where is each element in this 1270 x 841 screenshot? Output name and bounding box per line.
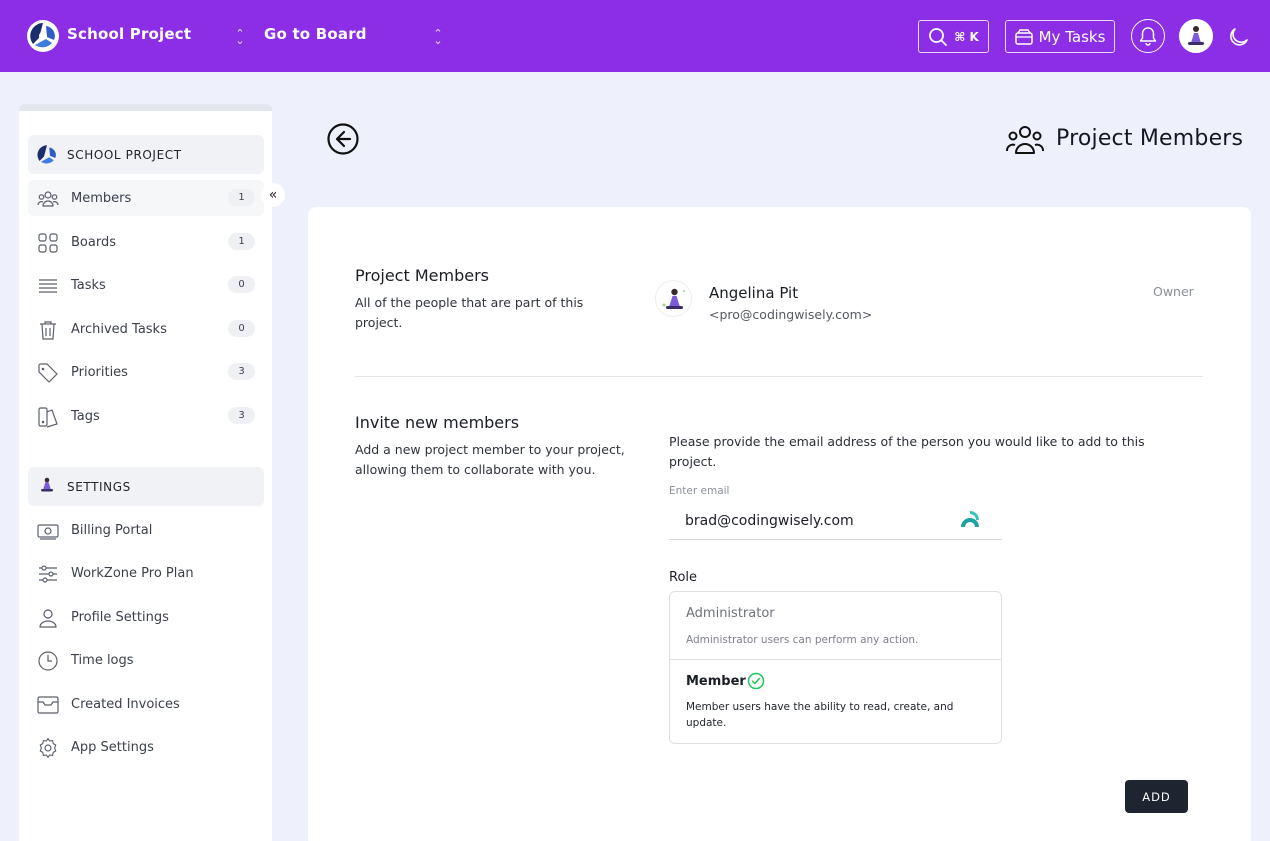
sidebar-item-members[interactable]: Members 1 xyxy=(28,180,264,216)
member-role: Owner xyxy=(1153,284,1194,299)
sidebar-item-tasks[interactable]: Tasks 0 xyxy=(28,267,264,303)
sidebar-item-label: Billing Portal xyxy=(71,522,153,538)
sidebar-item-label: Priorities xyxy=(71,364,128,380)
role-option-member[interactable]: Member Member users have the ability to … xyxy=(670,660,1001,743)
sidebar-item-label: Tasks xyxy=(71,277,106,293)
role-name: Administrator xyxy=(686,606,775,621)
sidebar-item-label: Archived Tasks xyxy=(71,321,167,337)
sidebar-item-boards[interactable]: Boards 1 xyxy=(28,224,264,260)
notifications-button[interactable] xyxy=(1131,19,1165,53)
count-badge: 3 xyxy=(228,363,255,380)
invite-section-description: Add a new project member to your project… xyxy=(355,442,625,477)
top-bar: School Project ⌃ ⌄ Go to Board ⌃ ⌄ ⌘ K My … xyxy=(0,0,1270,72)
sidebar-item-label: Members xyxy=(71,190,132,206)
invite-note: Please provide the email address of the … xyxy=(669,434,1145,469)
users-icon xyxy=(37,191,59,207)
tags-icon xyxy=(38,407,58,428)
count-badge: 1 xyxy=(228,189,255,206)
my-tasks-button[interactable]: My Tasks xyxy=(1005,20,1115,53)
collapse-sidebar-icon[interactable]: « xyxy=(261,183,285,207)
billing-icon xyxy=(37,524,59,540)
project-section-header: SCHOOL PROJECT xyxy=(28,135,264,174)
sidebar-item-created-invoices[interactable]: Created Invoices xyxy=(28,686,264,722)
moon-icon[interactable] xyxy=(1228,25,1250,47)
role-option-administrator[interactable]: Administrator Administrator users can pe… xyxy=(670,592,1001,660)
users-icon xyxy=(1006,126,1044,154)
search-button[interactable]: ⌘ K xyxy=(918,20,989,53)
chevron-updown-icon: ⌃ ⌄ xyxy=(433,27,443,47)
sidebar-item-tags[interactable]: Tags 3 xyxy=(28,398,264,434)
sidebar-item-label: WorkZone Pro Plan xyxy=(71,565,194,581)
sidebar-item-archived-tasks[interactable]: Archived Tasks 0 xyxy=(28,311,264,347)
sidebar-item-label: Tags xyxy=(71,408,100,424)
member-avatar xyxy=(655,280,692,317)
tag-icon xyxy=(38,363,58,383)
list-icon xyxy=(39,279,57,293)
check-circle-icon xyxy=(747,672,765,690)
gear-icon xyxy=(39,737,57,759)
invite-section-title: Invite new members xyxy=(355,413,520,432)
role-description: Member users have the ability to read, c… xyxy=(686,701,954,729)
count-badge: 0 xyxy=(228,320,255,337)
user-avatar[interactable] xyxy=(1179,19,1213,53)
sidebar-item-app-settings[interactable]: App Settings xyxy=(28,729,264,765)
sliders-icon xyxy=(39,565,57,583)
board-selector[interactable]: Go to Board xyxy=(264,25,367,43)
trash-icon xyxy=(40,321,56,340)
role-selector: Administrator Administrator users can pe… xyxy=(669,591,1002,744)
section-divider xyxy=(355,376,1203,377)
logo-icon[interactable] xyxy=(27,20,59,52)
page-title: Project Members xyxy=(1056,126,1244,151)
members-section-title: Project Members xyxy=(355,266,489,285)
autofill-icon[interactable] xyxy=(960,510,980,528)
role-label: Role xyxy=(669,570,698,585)
inbox-icon xyxy=(1014,28,1033,45)
role-name: Member xyxy=(686,674,746,689)
sidebar-item-time-logs[interactable]: Time logs xyxy=(28,642,264,678)
chevron-updown-icon: ⌃ ⌄ xyxy=(235,27,245,47)
count-badge: 3 xyxy=(228,407,255,424)
sidebar-item-label: Profile Settings xyxy=(71,609,169,625)
user-icon xyxy=(39,609,57,628)
sidebar-item-priorities[interactable]: Priorities 3 xyxy=(28,354,264,390)
sidebar: SCHOOL PROJECT Members 1 Boards 1 Tasks … xyxy=(19,104,272,841)
project-selector[interactable]: School Project xyxy=(67,25,191,43)
settings-section-header: SETTINGS xyxy=(28,467,264,506)
invoice-icon xyxy=(37,696,59,714)
project-section-title: SCHOOL PROJECT xyxy=(67,147,182,162)
role-description: Administrator users can perform any acti… xyxy=(686,634,919,646)
count-badge: 0 xyxy=(228,276,255,293)
clock-icon xyxy=(38,651,58,671)
sidebar-item-billing-portal[interactable]: Billing Portal xyxy=(28,512,264,548)
count-badge: 1 xyxy=(228,233,255,250)
add-button[interactable]: ADD xyxy=(1125,780,1188,813)
settings-section-title: SETTINGS xyxy=(67,479,131,494)
search-icon xyxy=(929,27,948,46)
email-field-label: Enter email xyxy=(669,485,730,497)
member-email: <pro@codingwisely.com> xyxy=(709,307,873,322)
project-logo-icon xyxy=(37,145,56,164)
settings-avatar-icon xyxy=(41,477,53,492)
member-name: Angelina Pit xyxy=(709,284,799,302)
sidebar-item-label: Boards xyxy=(71,234,116,250)
email-field[interactable] xyxy=(669,503,1002,540)
back-arrow-icon[interactable] xyxy=(327,123,359,155)
boards-icon xyxy=(38,233,58,253)
sidebar-item-profile-settings[interactable]: Profile Settings xyxy=(28,599,264,635)
sidebar-item-label: Created Invoices xyxy=(71,696,180,712)
my-tasks-label: My Tasks xyxy=(1038,27,1106,46)
members-section-description: All of the people that are part of this … xyxy=(355,295,584,330)
search-shortcut: ⌘ K xyxy=(954,29,979,44)
bell-icon xyxy=(1139,27,1157,46)
sidebar-item-label: App Settings xyxy=(71,739,154,755)
sidebar-item-label: Time logs xyxy=(71,652,134,668)
sidebar-item-workzone-pro-plan[interactable]: WorkZone Pro Plan xyxy=(28,555,264,591)
